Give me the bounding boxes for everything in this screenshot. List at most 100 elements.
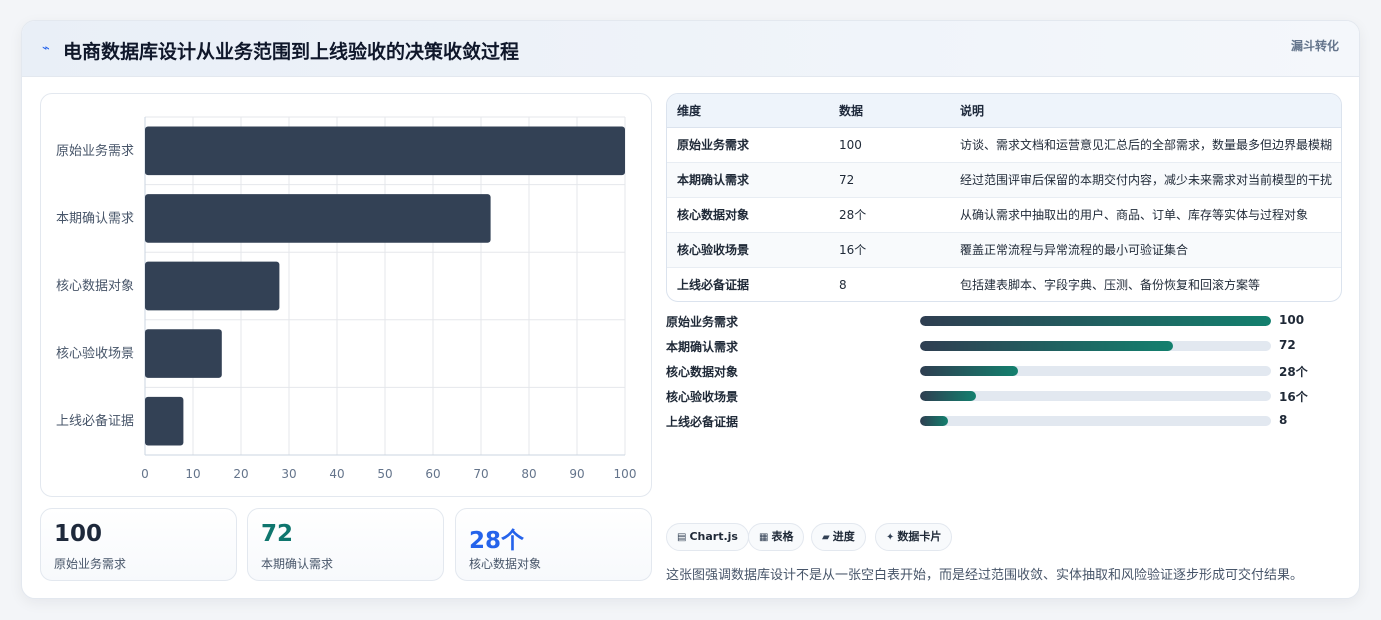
table-row: 上线必备证据 8 包括建表脚本、字段字典、压测、备份恢复和回滚方案等 xyxy=(667,267,1341,301)
chip-label: 数据卡片 xyxy=(897,530,942,543)
bar-4 xyxy=(145,396,184,446)
table-row: 核心数据对象 28个 从确认需求中抽取出的用户、商品、订单、库存等实体与过程对象 xyxy=(667,197,1341,233)
progress-label: 本期确认需求 xyxy=(666,340,739,354)
table-cell: 原始业务需求 xyxy=(667,127,829,163)
chip-label: Chart.js xyxy=(689,530,738,543)
progress-track xyxy=(920,316,1271,326)
bar-2 xyxy=(145,261,280,311)
card-header: ⌁ 电商数据库设计从业务范围到上线验收的决策收敛过程 漏斗转化 xyxy=(22,21,1359,77)
progress-fill xyxy=(920,316,1271,326)
table-row: 原始业务需求 100 访谈、需求文档和运营意见汇总后的全部需求，数量最多但边界最… xyxy=(667,127,1341,163)
progress-row: 核心数据对象 28个 xyxy=(666,362,1346,380)
chip-label: 进度 xyxy=(832,530,855,543)
chip-table[interactable]: ▦ 表格 xyxy=(748,523,805,551)
table-cell: 28个 xyxy=(829,197,950,233)
table-header-cell: 数据 xyxy=(829,94,950,128)
progress-track xyxy=(920,391,1271,401)
table-row: 本期确认需求 72 经过范围评审后保留的本期交付内容，减少未来需求对当前模型的干… xyxy=(667,162,1341,198)
chip-data-card[interactable]: ✦ 数据卡片 xyxy=(875,523,953,551)
x-tick-label: 100 xyxy=(614,467,637,481)
progress-fill xyxy=(920,416,949,426)
x-tick-label: 90 xyxy=(569,467,584,481)
kpi-card-original: 100 原始业务需求 xyxy=(40,508,237,581)
progress-fill xyxy=(920,366,1019,376)
table-row: 核心验收场景 16个 覆盖正常流程与异常流程的最小可验证集合 xyxy=(667,232,1341,268)
table-header-cell: 说明 xyxy=(950,94,1341,128)
x-tick-label: 40 xyxy=(329,467,344,481)
kpi-label: 本期确认需求 xyxy=(261,557,334,571)
table-header-cell: 维度 xyxy=(667,94,829,128)
table-cell: 从确认需求中抽取出的用户、商品、订单、库存等实体与过程对象 xyxy=(950,197,1341,233)
progress-track xyxy=(920,341,1271,351)
progress-row: 核心验收场景 16个 xyxy=(666,387,1346,405)
x-tick-label: 10 xyxy=(185,467,200,481)
bar-0 xyxy=(145,126,625,176)
y-tick-label: 本期确认需求 xyxy=(56,211,134,226)
report-card: ⌁ 电商数据库设计从业务范围到上线验收的决策收敛过程 漏斗转化 原始业务需求 本期… xyxy=(21,20,1360,599)
progress-value: 16个 xyxy=(1279,390,1308,404)
y-tick-label: 上线必备证据 xyxy=(56,413,134,429)
kpi-value: 72 xyxy=(261,521,294,547)
table-cell: 包括建表脚本、字段字典、压测、备份恢复和回滚方案等 xyxy=(960,278,1261,293)
x-tick-label: 20 xyxy=(233,467,248,481)
progress-row: 原始业务需求 100 xyxy=(666,312,1346,330)
caption-text: 这张图强调数据库设计不是从一张空白表开始，而是经过范围收敛、实体抽取和风险验证逐… xyxy=(666,568,1304,583)
progress-icon: ▰ xyxy=(822,532,830,543)
progress-value: 100 xyxy=(1279,313,1305,327)
x-tick-label: 70 xyxy=(473,467,488,481)
progress-value: 28个 xyxy=(1279,365,1308,379)
progress-row: 本期确认需求 72 xyxy=(666,337,1346,355)
progress-track xyxy=(920,416,1271,426)
x-tick-label: 50 xyxy=(377,467,392,481)
data-table: 维度 数据 说明 原始业务需求 100 访谈、需求文档和运营意见汇总后的全部需求… xyxy=(666,93,1342,302)
bar-chart-panel: 原始业务需求 本期确认需求 核心数据对象 核心验收场景 上线必备证据 0 10 20 30 40 5… xyxy=(40,93,652,497)
table-cell: 本期确认需求 xyxy=(667,162,829,198)
table-icon: ▦ xyxy=(759,532,769,543)
bar-1 xyxy=(145,194,491,243)
table-cell: 72 xyxy=(829,162,950,198)
kpi-card-confirmed: 72 本期确认需求 xyxy=(247,508,444,581)
table-cell: 16个 xyxy=(829,232,950,268)
lightning-icon: ⌁ xyxy=(42,41,50,56)
x-tick-label: 30 xyxy=(281,467,296,481)
table-cell: 覆盖正常流程与异常流程的最小可验证集合 xyxy=(950,232,1341,268)
kpi-value: 100 xyxy=(54,521,103,547)
progress-track xyxy=(920,366,1271,376)
table-cell: 8 xyxy=(839,277,847,292)
x-tick-label: 80 xyxy=(521,467,536,481)
progress-value: 72 xyxy=(1279,338,1296,352)
bar-3 xyxy=(145,329,222,378)
y-tick-label: 原始业务需求 xyxy=(56,143,134,159)
progress-row: 上线必备证据 8 xyxy=(666,412,1346,430)
y-tick-label: 核心数据对象 xyxy=(56,279,134,294)
progress-fill xyxy=(920,391,977,401)
table-cell: 经过范围评审后保留的本期交付内容，减少未来需求对当前模型的干扰 xyxy=(950,162,1341,198)
chip-chartjs[interactable]: ▤ Chart.js xyxy=(666,523,749,551)
table-cell: 核心验收场景 xyxy=(667,232,829,268)
progress-label: 原始业务需求 xyxy=(666,315,739,329)
kpi-value: 28个 xyxy=(469,528,525,554)
progress-label: 核心验收场景 xyxy=(666,390,739,404)
sparkle-icon: ✦ xyxy=(886,532,895,543)
kpi-label: 核心数据对象 xyxy=(469,557,542,571)
table-cell: 100 xyxy=(829,127,950,163)
table-cell: 访谈、需求文档和运营意见汇总后的全部需求，数量最多但边界最模糊 xyxy=(950,127,1341,163)
table-header-row: 维度 数据 说明 xyxy=(667,94,1341,128)
chart-type-tag: 漏斗转化 xyxy=(1290,39,1339,53)
kpi-label: 原始业务需求 xyxy=(54,557,127,571)
progress-fill xyxy=(920,341,1173,351)
kpi-card-objects: 28个 核心数据对象 xyxy=(455,508,652,581)
progress-label: 核心数据对象 xyxy=(666,365,739,379)
x-tick-label: 0 xyxy=(141,467,149,481)
chip-label: 表格 xyxy=(771,530,794,543)
progress-value: 8 xyxy=(1279,413,1288,427)
table-cell: 上线必备证据 xyxy=(677,278,750,293)
page-title: 电商数据库设计从业务范围到上线验收的决策收敛过程 xyxy=(63,41,520,63)
y-tick-label: 核心验收场景 xyxy=(56,346,134,362)
table-cell: 核心数据对象 xyxy=(667,197,829,233)
chart-icon: ▤ xyxy=(677,532,687,543)
chip-progress[interactable]: ▰ 进度 xyxy=(811,523,866,551)
bar-chart: 原始业务需求本期确认需求核心数据对象核心验收场景上线必备证据 0 10 20 30 40 5… xyxy=(56,116,637,481)
x-tick-label: 60 xyxy=(425,467,440,481)
progress-label: 上线必备证据 xyxy=(666,415,739,429)
